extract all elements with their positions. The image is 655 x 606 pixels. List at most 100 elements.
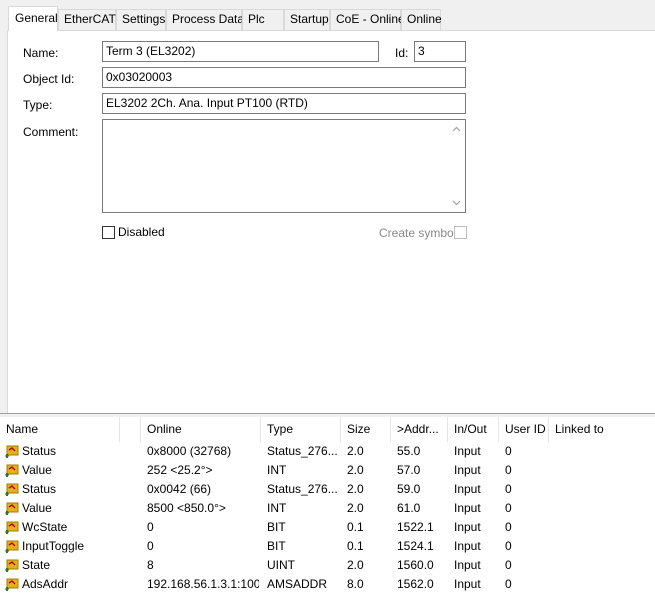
- tab-settings[interactable]: Settings: [116, 9, 166, 30]
- name-label: Name:: [23, 46, 59, 60]
- cell-size: 0.1: [347, 520, 364, 534]
- cell-inout: Input: [454, 463, 481, 477]
- cell-name: InputToggle: [22, 539, 85, 553]
- cell-inout: Input: [454, 444, 481, 458]
- cell-type: UINT: [267, 558, 295, 572]
- tab-process-data[interactable]: Process Data: [166, 9, 244, 30]
- cell-userid: 0: [505, 482, 512, 496]
- create-symbols-label: Create symbols: [379, 226, 463, 240]
- scroll-down-icon[interactable]: [452, 198, 461, 207]
- table-row[interactable]: Status 0x8000 (32768) Status_276... 2.0 55.0…: [0, 442, 655, 461]
- variables-grid: Name Online Type Size >Addr... In/Out Us…: [0, 417, 655, 606]
- input-variable-icon: [5, 445, 19, 459]
- grid-header: Name Online Type Size >Addr... In/Out Us…: [0, 417, 655, 442]
- type-label: Type:: [23, 98, 53, 112]
- tab-online[interactable]: Online: [401, 9, 442, 30]
- cell-type: BIT: [267, 520, 286, 534]
- object-id-label: Object Id:: [23, 72, 75, 86]
- cell-size: 2.0: [347, 482, 364, 496]
- input-variable-icon: [5, 540, 19, 554]
- tab-coe-online[interactable]: CoE - Online: [330, 9, 405, 30]
- cell-addr: 57.0: [397, 463, 421, 477]
- cell-userid: 0: [505, 501, 512, 515]
- cell-addr: 1524.1: [397, 539, 434, 553]
- cell-userid: 0: [505, 577, 512, 591]
- cell-linked: [555, 537, 653, 556]
- table-row[interactable]: State 8 UINT 2.0 1560.0 Input 0: [0, 556, 655, 575]
- cell-linked: [555, 575, 653, 594]
- tab-plc[interactable]: Plc: [242, 9, 284, 30]
- table-row[interactable]: InputToggle 0 BIT 0.1 1524.1 Input 0: [0, 537, 655, 556]
- col-type-header[interactable]: Type: [261, 417, 341, 442]
- tab-general[interactable]: General: [8, 6, 58, 31]
- cell-name: AdsAddr: [22, 577, 69, 591]
- table-row[interactable]: WcState 0 BIT 0.1 1522.1 Input 0: [0, 518, 655, 537]
- cell-userid: 0: [505, 444, 512, 458]
- cell-type: INT: [267, 463, 287, 477]
- cell-online: 192.168.56.1.3.1:1003: [147, 577, 259, 591]
- col-userid-header[interactable]: User ID: [499, 417, 549, 442]
- col-name-header[interactable]: Name: [0, 417, 120, 442]
- cell-size: 0.1: [347, 539, 364, 553]
- cell-online: 0x0042 (66): [147, 482, 212, 496]
- table-row[interactable]: Status 0x0042 (66) Status_276... 2.0 59.0 Inp…: [0, 480, 655, 499]
- input-variable-icon: [5, 521, 19, 535]
- tab-strip: General EtherCAT Settings Process Data P…: [0, 0, 655, 31]
- cell-size: 2.0: [347, 463, 364, 477]
- cell-inout: Input: [454, 482, 481, 496]
- col-size-header[interactable]: Size: [341, 417, 391, 442]
- col-spacer: [120, 417, 141, 442]
- disabled-checkbox[interactable]: [102, 226, 115, 239]
- disabled-label: Disabled: [118, 225, 165, 239]
- cell-addr: 1562.0: [397, 577, 434, 591]
- cell-addr: 55.0: [397, 444, 421, 458]
- comment-textarea[interactable]: [102, 119, 466, 213]
- cell-type: INT: [267, 501, 287, 515]
- comment-label: Comment:: [23, 125, 79, 139]
- cell-name: WcState: [22, 520, 68, 534]
- cell-userid: 0: [505, 558, 512, 572]
- cell-type: Status_276...: [267, 482, 338, 496]
- cell-inout: Input: [454, 539, 481, 553]
- col-linked-header[interactable]: Linked to: [549, 417, 655, 442]
- table-row[interactable]: Value 8500 <850.0°> INT 2.0 61.0 Input 0: [0, 499, 655, 518]
- cell-addr: 1522.1: [397, 520, 434, 534]
- tab-ethercat[interactable]: EtherCAT: [58, 9, 116, 30]
- input-variable-icon: [5, 559, 19, 573]
- cell-linked: [555, 499, 653, 518]
- create-symbols-checkbox[interactable]: [454, 226, 467, 239]
- cell-name: Status: [22, 444, 57, 458]
- col-online-header[interactable]: Online: [141, 417, 261, 442]
- cell-linked: [555, 480, 653, 499]
- type-field[interactable]: EL3202 2Ch. Ana. Input PT100 (RTD): [102, 93, 466, 114]
- cell-linked: [555, 442, 653, 461]
- cell-inout: Input: [454, 577, 481, 591]
- cell-userid: 0: [505, 539, 512, 553]
- cell-name: Value: [22, 501, 52, 515]
- cell-name: Value: [22, 463, 52, 477]
- object-id-field[interactable]: 0x03020003: [102, 67, 466, 88]
- input-variable-icon: [5, 578, 19, 592]
- input-variable-icon: [5, 464, 19, 478]
- cell-size: 8.0: [347, 577, 364, 591]
- id-field[interactable]: 3: [414, 41, 466, 62]
- table-row[interactable]: Value 252 <25.2°> INT 2.0 57.0 Input 0: [0, 461, 655, 480]
- col-addr-header[interactable]: >Addr...: [391, 417, 448, 442]
- cell-online: 8: [147, 558, 154, 572]
- name-field[interactable]: Term 3 (EL3202): [102, 41, 379, 62]
- comment-scrollbar[interactable]: [448, 120, 465, 212]
- input-variable-icon: [5, 502, 19, 516]
- cell-addr: 61.0: [397, 501, 421, 515]
- cell-size: 2.0: [347, 444, 364, 458]
- cell-linked: [555, 556, 653, 575]
- cell-online: 0: [147, 520, 154, 534]
- cell-name: State: [22, 558, 51, 572]
- cell-type: Status_276...: [267, 444, 338, 458]
- tab-startup[interactable]: Startup: [284, 9, 330, 30]
- cell-linked: [555, 461, 653, 480]
- col-inout-header[interactable]: In/Out: [448, 417, 499, 442]
- table-row[interactable]: AdsAddr 192.168.56.1.3.1:1003 AMSADDR 8.0 15…: [0, 575, 655, 594]
- cell-name: Status: [22, 482, 57, 496]
- cell-userid: 0: [505, 520, 512, 534]
- scroll-up-icon[interactable]: [452, 125, 461, 134]
